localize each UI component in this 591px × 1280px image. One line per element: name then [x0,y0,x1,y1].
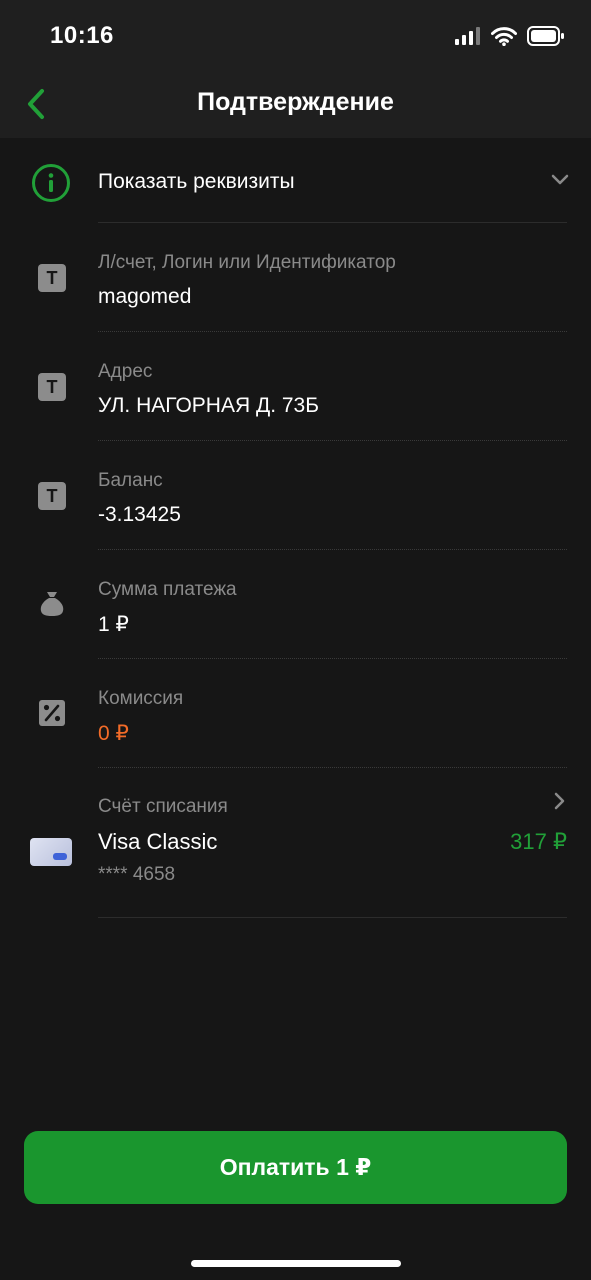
field-value: 0 ₽ [98,722,129,745]
field-value: 1 ₽ [98,613,129,636]
field-value: УЛ. НАГОРНАЯ Д. 73Б [98,394,320,417]
status-time: 10:16 [50,22,114,49]
show-details-label: Показать реквизиты [98,170,295,193]
field-label: Л/счет, Логин или Идентификатор [98,252,396,273]
field-label: Комиссия [98,688,184,709]
field-address: T Адрес УЛ. НАГОРНАЯ Д. 73Б [0,332,591,441]
account-label: Счёт списания [98,796,228,817]
field-value: -3.13425 [98,503,181,526]
wifi-icon [491,26,517,46]
chevron-down-icon [551,174,569,185]
field-label: Адрес [98,361,153,382]
main-content: Показать реквизиты T Л/счет, Логин или И… [0,138,591,918]
text-field-icon: T [38,482,66,510]
field-value: magomed [98,285,192,308]
field-label: Сумма платежа [98,579,237,600]
field-commission: Комиссия 0 ₽ [0,659,591,768]
debit-account-selector[interactable]: Счёт списания Visa Classic 317 ₽ **** 46… [0,768,591,918]
percent-icon [39,700,65,726]
battery-icon [527,26,564,46]
card-icon [30,838,72,866]
field-label: Баланс [98,470,163,491]
field-payment-amount: Сумма платежа 1 ₽ [0,550,591,659]
pay-button[interactable]: Оплатить 1 ₽ [24,1131,567,1204]
chevron-right-icon [554,792,565,810]
field-account-login: T Л/счет, Логин или Идентификатор magome… [0,223,591,332]
home-indicator [191,1260,401,1267]
top-bar: 10:16 Подтверждение [0,0,591,138]
account-balance: 317 ₽ [510,829,567,854]
status-icons [455,26,565,46]
page-title: Подтверждение [197,88,394,116]
money-bag-icon [40,592,64,616]
cellular-signal-icon [455,27,480,45]
show-details-toggle[interactable]: Показать реквизиты [0,138,591,223]
field-balance: T Баланс -3.13425 [0,441,591,550]
text-field-icon: T [38,373,66,401]
text-field-icon: T [38,264,66,292]
info-icon [32,164,70,202]
divider [98,917,567,918]
account-number: **** 4658 [98,864,176,885]
account-name: Visa Classic [98,829,218,854]
